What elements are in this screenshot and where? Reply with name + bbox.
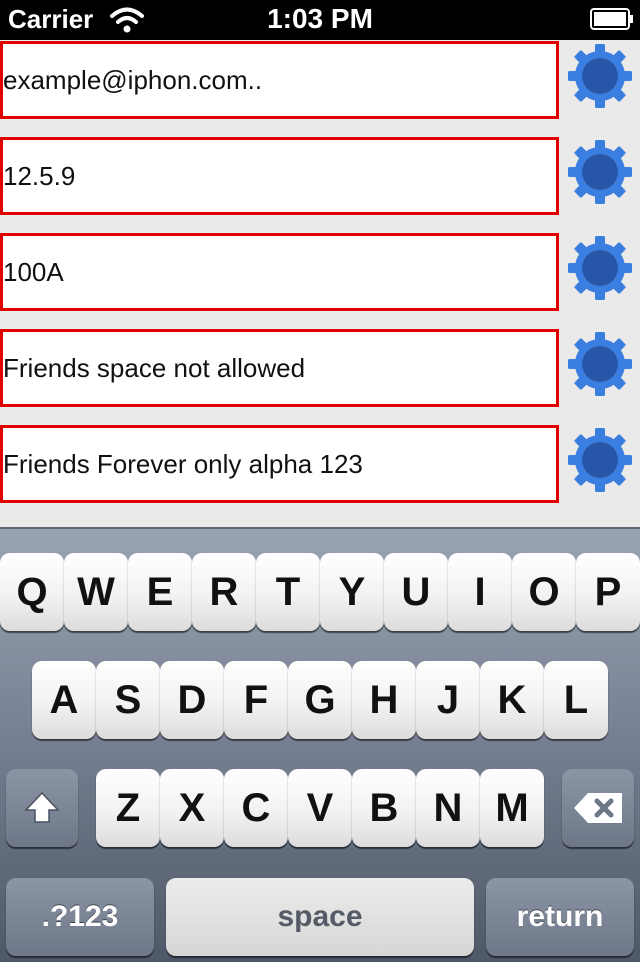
key-m[interactable]: M — [480, 769, 544, 847]
battery-icon — [590, 8, 633, 30]
no-space-field-value: Friends space not allowed — [3, 353, 306, 383]
space-key[interactable]: space — [166, 878, 474, 956]
key-h[interactable]: H — [352, 661, 416, 739]
alpha-field[interactable]: Friends Forever only alpha 123 — [0, 425, 559, 503]
key-f[interactable]: F — [224, 661, 288, 739]
gear-icon[interactable] — [566, 330, 634, 398]
key-s[interactable]: S — [96, 661, 160, 739]
key-q[interactable]: Q — [0, 553, 64, 631]
field-row-no-space: Friends space not allowed — [0, 329, 640, 411]
key-y[interactable]: Y — [320, 553, 384, 631]
field-row-alpha: Friends Forever only alpha 123 — [0, 425, 640, 507]
key-v[interactable]: V — [288, 769, 352, 847]
key-u[interactable]: U — [384, 553, 448, 631]
shift-arrow-icon — [24, 791, 60, 823]
field-row-email: example@iphon.com.. — [0, 41, 640, 123]
field-row-version: 12.5.9 — [0, 137, 640, 219]
status-bar: Carrier 1:03 PM — [0, 0, 640, 40]
version-field[interactable]: 12.5.9 — [0, 137, 559, 215]
no-space-field[interactable]: Friends space not allowed — [0, 329, 559, 407]
key-c[interactable]: C — [224, 769, 288, 847]
keyboard: Q W E R T Y U I O P A S D F G H J K L Z … — [0, 527, 640, 962]
field-row-alphanumeric: 100A — [0, 233, 640, 315]
return-key[interactable]: return — [486, 878, 634, 956]
delete-key[interactable] — [562, 769, 634, 847]
key-p[interactable]: P — [576, 553, 640, 631]
delete-backspace-icon — [574, 793, 622, 823]
key-j[interactable]: J — [416, 661, 480, 739]
key-b[interactable]: B — [352, 769, 416, 847]
key-r[interactable]: R — [192, 553, 256, 631]
key-n[interactable]: N — [416, 769, 480, 847]
key-d[interactable]: D — [160, 661, 224, 739]
alpha-field-value: Friends Forever only alpha 123 — [3, 449, 363, 479]
status-time: 1:03 PM — [267, 3, 373, 34]
key-l[interactable]: L — [544, 661, 608, 739]
gear-icon[interactable] — [566, 138, 634, 206]
key-k[interactable]: K — [480, 661, 544, 739]
key-g[interactable]: G — [288, 661, 352, 739]
email-field[interactable]: example@iphon.com.. — [0, 41, 559, 119]
gear-icon[interactable] — [566, 426, 634, 494]
key-t[interactable]: T — [256, 553, 320, 631]
key-o[interactable]: O — [512, 553, 576, 631]
key-w[interactable]: W — [64, 553, 128, 631]
alphanumeric-field-value: 100A — [3, 257, 64, 287]
key-x[interactable]: X — [160, 769, 224, 847]
email-field-value: example@iphon.com.. — [3, 65, 263, 95]
version-field-value: 12.5.9 — [3, 161, 76, 191]
alphanumeric-field[interactable]: 100A — [0, 233, 559, 311]
key-a[interactable]: A — [32, 661, 96, 739]
gear-icon[interactable] — [566, 234, 634, 302]
shift-key[interactable] — [6, 769, 78, 847]
key-e[interactable]: E — [128, 553, 192, 631]
key-i[interactable]: I — [448, 553, 512, 631]
numbers-key[interactable]: .?123 — [6, 878, 154, 956]
gear-icon[interactable] — [566, 42, 634, 110]
key-z[interactable]: Z — [96, 769, 160, 847]
